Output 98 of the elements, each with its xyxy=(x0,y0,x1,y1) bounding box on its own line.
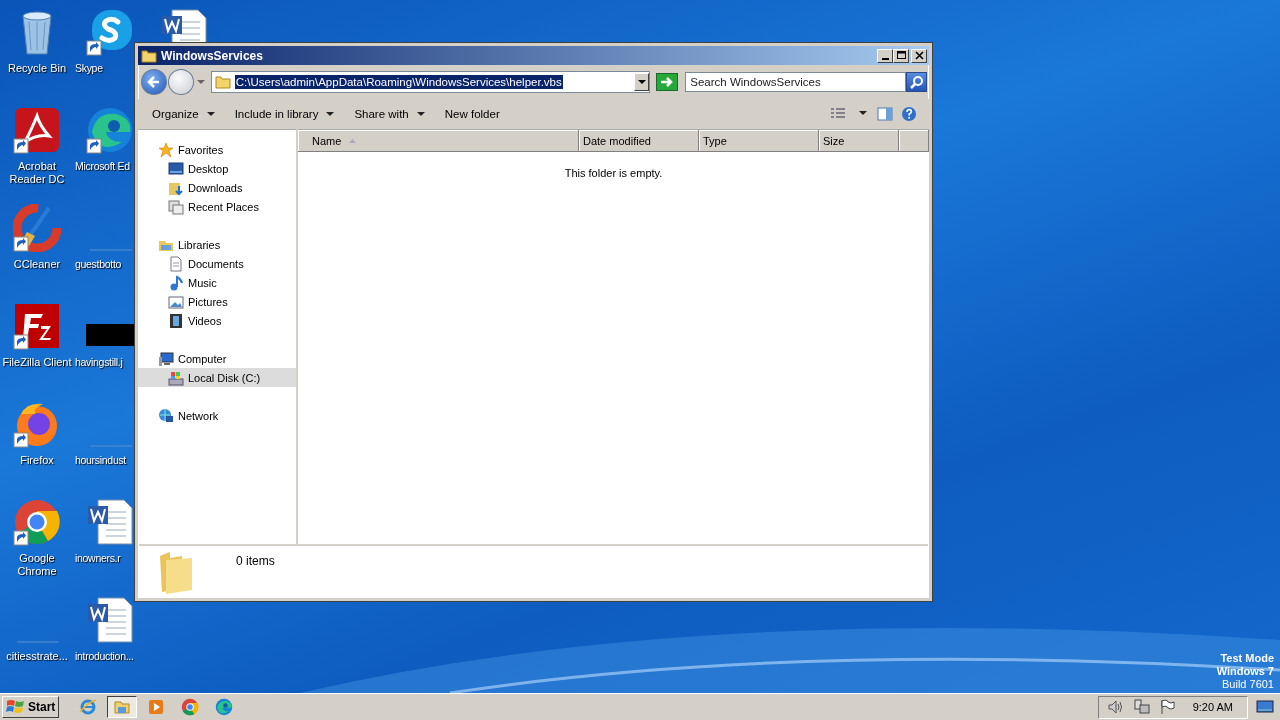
caret-icon xyxy=(326,111,335,117)
icon-label[interactable]: Google Chrome xyxy=(1,552,73,578)
speaker-icon xyxy=(1106,699,1125,715)
system-text: Windows 7 xyxy=(1216,665,1274,678)
flag-icon xyxy=(1158,699,1177,715)
caret-icon xyxy=(206,111,215,117)
window-title: WindowsServices xyxy=(161,48,263,63)
icon-label[interactable]: inowners.r xyxy=(75,552,121,565)
computer-icon xyxy=(158,350,174,367)
icon-label[interactable]: hoursindust xyxy=(75,454,126,467)
browser-icon xyxy=(215,698,234,716)
item-count: 0 items xyxy=(236,554,275,568)
windows-logo-icon xyxy=(6,698,26,716)
media-player-icon xyxy=(147,698,166,716)
desktop-icon xyxy=(1256,700,1274,714)
minimize-icon xyxy=(881,57,889,60)
system-text: Build 7601 xyxy=(1222,678,1274,691)
cleaner-icon[interactable] xyxy=(13,204,61,252)
icon-label[interactable]: introduction... xyxy=(75,650,134,663)
nav-item[interactable]: Documents xyxy=(138,254,296,273)
column-header[interactable]: Size xyxy=(819,130,899,151)
film-icon xyxy=(168,312,184,329)
folder-icon xyxy=(214,74,231,90)
network-icon xyxy=(1132,699,1151,715)
search-field[interactable]: Search WindowsServices xyxy=(685,72,906,92)
toolbar-button[interactable]: New folder xyxy=(436,104,508,124)
pictures-icon xyxy=(168,293,184,310)
maximize-icon xyxy=(894,49,908,62)
folder-icon xyxy=(141,47,157,64)
nav-item[interactable]: Recent Places xyxy=(138,197,296,216)
pane-icon xyxy=(877,106,893,122)
system-text: Test Mode xyxy=(1220,652,1274,665)
column-header[interactable]: Date modified xyxy=(579,130,699,151)
sort-arrow-icon xyxy=(349,138,357,143)
music-note-icon xyxy=(168,274,184,291)
icon-label[interactable]: guestbotto xyxy=(75,258,122,271)
caret-icon xyxy=(196,78,205,86)
close-button[interactable] xyxy=(911,48,927,63)
browser-icon xyxy=(79,698,98,716)
browser-icon[interactable] xyxy=(86,106,134,154)
desktop-icon xyxy=(168,160,184,177)
star-icon xyxy=(158,141,174,158)
browser-icon[interactable] xyxy=(13,498,61,546)
recent-places-icon xyxy=(168,198,184,215)
search-button[interactable] xyxy=(906,72,927,92)
nav-item[interactable]: Music xyxy=(138,273,296,292)
help-icon xyxy=(901,106,917,122)
document-icon[interactable] xyxy=(86,498,134,546)
drive-icon xyxy=(168,369,184,386)
nav-item[interactable]: Local Disk (C:) xyxy=(138,368,296,387)
icon-label[interactable]: CCleaner xyxy=(13,258,61,271)
icon-label[interactable]: Microsoft Ed xyxy=(75,160,130,173)
icon-label[interactable]: Skype xyxy=(75,62,103,75)
nav-item[interactable]: Videos xyxy=(138,311,296,330)
forward-button[interactable] xyxy=(167,69,194,95)
column-header[interactable]: Type xyxy=(699,130,819,151)
document-icon xyxy=(168,255,184,272)
folder-icon xyxy=(113,698,132,716)
address-field[interactable]: C:\Users\admin\AppData\Roaming\WindowsServices\helper.vbs xyxy=(210,71,651,93)
toolbar-button[interactable]: Organize xyxy=(144,104,223,124)
browser-icon xyxy=(181,698,200,716)
nav-item[interactable]: Computer xyxy=(138,349,296,368)
nav-item[interactable]: Desktop xyxy=(138,159,296,178)
toolbar-button[interactable]: Include in library xyxy=(226,104,343,124)
back-button[interactable] xyxy=(141,69,167,95)
column-header[interactable]: Name xyxy=(298,130,579,151)
nav-item[interactable]: Pictures xyxy=(138,292,296,311)
arrow-icon xyxy=(660,76,675,88)
minimize-button[interactable] xyxy=(877,48,893,63)
icon-label[interactable]: FileZilla Client xyxy=(2,356,72,369)
caret-icon xyxy=(637,78,646,86)
nav-item[interactable]: Favorites xyxy=(138,140,296,159)
icon-label[interactable]: havingstill.j xyxy=(75,356,123,369)
nav-item[interactable]: Downloads xyxy=(138,178,296,197)
toolbar-button[interactable]: Share with xyxy=(346,104,433,124)
empty-message: This folder is empty. xyxy=(563,167,664,179)
icon-label[interactable]: Acrobat Reader DC xyxy=(1,160,73,186)
icon-label[interactable]: citiesstrate... xyxy=(6,650,68,663)
list-view-icon xyxy=(829,107,869,121)
document-icon[interactable] xyxy=(86,596,134,644)
clock: 9:20 AM xyxy=(1192,701,1233,713)
caret-icon xyxy=(416,111,425,117)
nav-item[interactable]: Network xyxy=(138,406,296,425)
pdf-app-icon[interactable] xyxy=(13,106,61,154)
nav-item[interactable]: Libraries xyxy=(138,235,296,254)
start-button[interactable]: Start xyxy=(2,696,60,718)
icon-label[interactable]: Recycle Bin xyxy=(7,62,67,75)
network-icon xyxy=(158,407,174,424)
ftp-app-icon[interactable] xyxy=(13,302,61,350)
maximize-button[interactable] xyxy=(893,48,909,63)
dropdown-button[interactable] xyxy=(634,73,650,91)
taskbar-app[interactable] xyxy=(107,696,138,718)
icon-label[interactable]: Firefox xyxy=(20,454,54,467)
search-icon xyxy=(909,75,924,89)
back-arrow-icon xyxy=(145,74,162,90)
go-button[interactable] xyxy=(656,73,679,91)
close-icon xyxy=(912,49,926,62)
chat-app-icon[interactable] xyxy=(86,8,134,56)
